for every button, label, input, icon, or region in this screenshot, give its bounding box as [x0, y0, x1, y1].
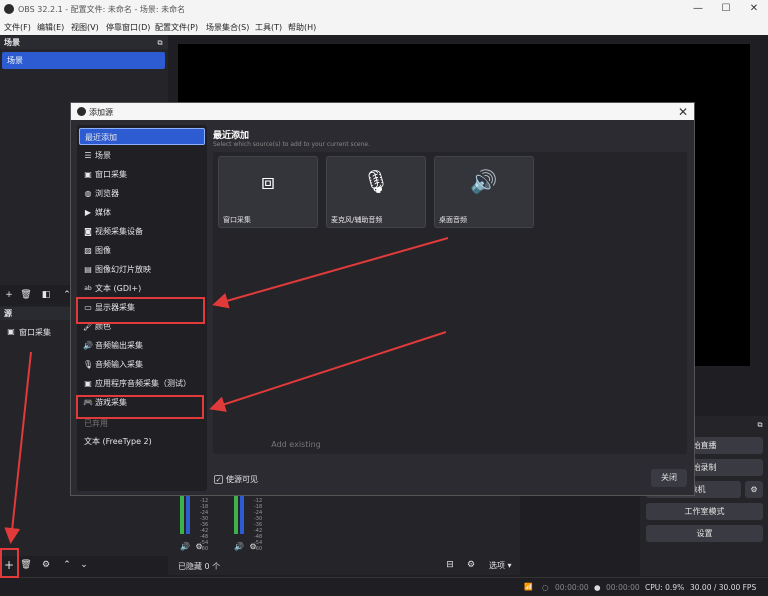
play-icon: ▶ — [84, 208, 92, 217]
audio-meter — [186, 494, 190, 534]
source-picker-panel: 最近添加 Select which source(s) to add to yo… — [211, 125, 689, 491]
minimize-button[interactable]: — — [688, 2, 708, 16]
menu-bar: 文件(F) 编辑(E) 视图(V) 停靠窗口(D) 配置文件(P) 场景集合(S… — [0, 19, 768, 35]
camera-icon: ◙ — [84, 227, 92, 236]
category-text-freetype[interactable]: 文本 (FreeType 2) — [79, 433, 205, 450]
audio-meter — [180, 494, 184, 534]
globe-icon: ◍ — [84, 189, 92, 198]
category-app-audio[interactable]: ▣ 应用程序音频采集（测试） — [79, 375, 205, 392]
annotation-box-game-capture — [76, 395, 204, 419]
category-recent[interactable]: 最近添加 — [79, 128, 205, 145]
dialog-title: 添加源 — [89, 108, 113, 117]
category-window-capture[interactable]: ▣ 窗口采集 — [79, 166, 205, 183]
studio-mode-button[interactable]: 工作室模式 — [646, 503, 763, 520]
category-scene[interactable]: ☰ 场景 — [79, 147, 205, 164]
close-window-button[interactable]: ✕ — [744, 2, 764, 16]
menu-scene-collection[interactable]: 场景集合(S) — [206, 22, 249, 33]
hidden-count: 已隐藏 0 个 — [178, 562, 221, 571]
signal-icon: 📶 — [524, 583, 533, 591]
dock-float-icon[interactable]: ⧉ — [754, 419, 766, 431]
menu-help[interactable]: 帮助(H) — [288, 22, 316, 33]
rec-time: 00:00:00 — [555, 583, 589, 592]
tile-mic-aux[interactable]: 🎙 麦克风/辅助音频 — [326, 156, 426, 228]
obs-logo-icon — [77, 107, 86, 116]
category-text-gdi[interactable]: ab 文本 (GDI+) — [79, 280, 205, 297]
maximize-button[interactable]: ☐ — [716, 2, 736, 16]
dialog-close-icon[interactable]: ✕ — [678, 105, 688, 119]
virtual-camera-settings-icon[interactable]: ⚙ — [745, 481, 763, 498]
menu-view[interactable]: 视图(V) — [71, 22, 99, 33]
add-scene-icon[interactable]: + — [3, 289, 15, 301]
make-visible-checkbox[interactable]: ✓ 使源可见 — [214, 474, 258, 485]
menu-profile[interactable]: 配置文件(P) — [155, 22, 198, 33]
menu-file[interactable]: 文件(F) — [4, 22, 31, 33]
menu-edit[interactable]: 编辑(E) — [37, 22, 64, 33]
annotation-box-add-source — [0, 548, 19, 578]
layout-icon[interactable]: ⊟ — [444, 559, 456, 571]
window-icon: ▣ — [84, 170, 92, 179]
source-up-icon[interactable]: ⌃ — [61, 559, 73, 571]
list-icon: ☰ — [84, 151, 92, 160]
category-media[interactable]: ▶ 媒体 — [79, 204, 205, 221]
obs-logo-icon — [4, 4, 14, 14]
speaker-icon: 🔊 — [83, 341, 93, 350]
stream-time: 00:00:00 — [606, 583, 640, 592]
settings-button[interactable]: 设置 — [646, 525, 763, 542]
audio-meter — [240, 494, 244, 534]
category-slideshow[interactable]: ▤ 图像幻灯片放映 — [79, 261, 205, 278]
source-down-icon[interactable]: ⌄ — [78, 559, 90, 571]
link-icon[interactable]: ⚙ — [465, 559, 477, 571]
recent-subtitle: Select which source(s) to add to your cu… — [213, 141, 370, 148]
window-title: OBS 32.2.1 - 配置文件: 未命名 - 场景: 未命名 — [18, 5, 186, 14]
recent-heading: 最近添加 — [213, 131, 250, 141]
cpu-usage: CPU: 0.9% — [645, 583, 685, 592]
slideshow-icon: ▤ — [84, 265, 92, 274]
category-audio-output[interactable]: 🔊 音频输出采集 — [79, 337, 205, 354]
scene-item[interactable]: 场景 — [2, 52, 165, 69]
app-audio-icon: ▣ — [84, 379, 92, 388]
stream-status-icon: ● — [594, 583, 601, 592]
volume-icon[interactable]: 🔊 — [179, 541, 191, 553]
source-tile-grid: ⧈ 窗口采集 🎙 麦克风/辅助音频 🔊 桌面音频 — [213, 152, 687, 454]
menu-docks[interactable]: 停靠窗口(D) — [106, 22, 150, 33]
annotation-box-display-capture — [76, 297, 205, 324]
image-icon: ▨ — [84, 246, 92, 255]
mic-icon: 🎙 — [83, 360, 94, 369]
menu-tools[interactable]: 工具(T) — [255, 22, 282, 33]
window-capture-source-icon: ▣ — [7, 327, 15, 336]
speaker-icon: 🔊 — [470, 170, 498, 195]
category-audio-input[interactable]: 🎙 音频输入采集 — [79, 356, 205, 373]
dialog-title-bar: 添加源 ✕ — [71, 103, 694, 120]
mixer-settings-icon[interactable]: ⚙ — [247, 541, 259, 553]
title-bar: OBS 32.2.1 - 配置文件: 未命名 - 场景: 未命名 — ☐ ✕ — [0, 0, 768, 19]
scenes-header: 场景 — [0, 36, 168, 49]
options-button[interactable]: 选项 ▾ — [489, 560, 512, 571]
tile-desktop-audio[interactable]: 🔊 桌面音频 — [434, 156, 534, 228]
dock-float-icon[interactable]: ⧉ — [154, 37, 166, 49]
category-image[interactable]: ▨ 图像 — [79, 242, 205, 259]
category-video-capture[interactable]: ◙ 视频采集设备 — [79, 223, 205, 240]
checkbox-checked-icon: ✓ — [214, 475, 223, 484]
scene-filter-icon[interactable]: ◧ — [40, 289, 52, 301]
source-properties-icon[interactable]: ⚙ — [40, 559, 52, 571]
volume-icon[interactable]: 🔊 — [233, 541, 245, 553]
source-item[interactable]: 窗口采集 — [19, 327, 51, 338]
status-bar: 📶 ◌ 00:00:00 ● 00:00:00 CPU: 0.9% 30.00 … — [0, 577, 768, 596]
delete-source-icon[interactable]: 🗑 — [20, 559, 32, 571]
window-capture-icon: ⧈ — [261, 170, 275, 195]
audio-meter — [234, 494, 238, 534]
dialog-close-button[interactable]: 关闭 — [651, 469, 687, 487]
tile-window-capture[interactable]: ⧈ 窗口采集 — [218, 156, 318, 228]
mixer-settings-icon[interactable]: ⚙ — [193, 541, 205, 553]
fps-readout: 30.00 / 30.00 FPS — [690, 583, 757, 592]
text-icon: ab — [84, 285, 92, 292]
mic-icon: 🎙 — [362, 170, 390, 195]
rec-status-icon: ◌ — [542, 583, 549, 592]
delete-scene-icon[interactable]: 🗑 — [20, 289, 32, 301]
category-browser[interactable]: ◍ 浏览器 — [79, 185, 205, 202]
add-existing-button[interactable]: Add existing — [221, 440, 371, 452]
